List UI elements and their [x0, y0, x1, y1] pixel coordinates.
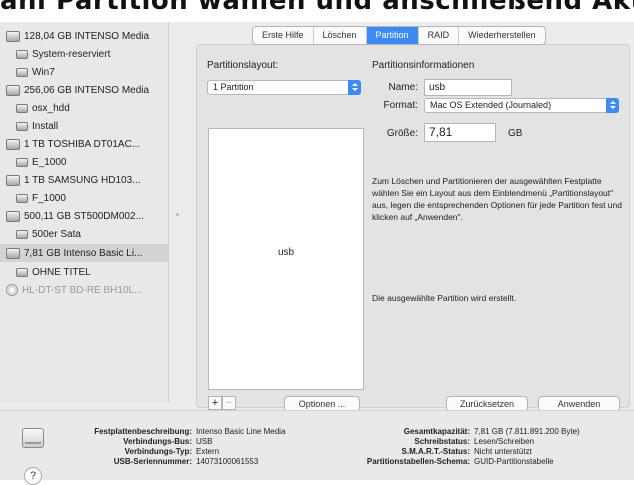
partition-status: Die ausgewählte Partition wird erstellt. — [372, 293, 517, 303]
volume-icon — [16, 67, 28, 77]
tab-bar: Erste Hilfe Löschen Partition RAID Wiede… — [252, 26, 546, 45]
sidebar-item-label: 1 TB TOSHIBA DT01AC... — [24, 138, 141, 150]
sidebar-item-volume[interactable]: F_1000 — [16, 190, 66, 206]
tab-partition[interactable]: Partition — [366, 27, 419, 44]
sidebar-item-label: F_1000 — [32, 192, 66, 204]
partition-layout-map: usb — [208, 128, 364, 390]
volume-icon — [16, 121, 28, 131]
overlay-caption-text: ahl Partition wählen und anschließend Ak… — [0, 0, 634, 16]
partition-instructions: Zum Löschen und Partitionieren der ausge… — [372, 176, 622, 222]
tab-first-aid[interactable]: Erste Hilfe — [253, 27, 314, 44]
sidebar-item-disk-selected[interactable]: 7,81 GB Intenso Basic Li... — [0, 244, 168, 262]
sidebar-item-disk[interactable]: 1 TB SAMSUNG HD103... — [6, 172, 141, 188]
info-value: Nicht unterstützt — [474, 447, 532, 456]
partition-layout-value: 1 Partition — [213, 82, 254, 92]
format-value: Mac OS Extended (Journaled) — [430, 100, 552, 110]
sidebar-item-volume[interactable]: Install — [16, 118, 58, 134]
sidebar-item-volume[interactable]: Win7 — [16, 64, 55, 80]
info-key: Verbindungs-Typ: — [124, 447, 192, 456]
partition-segment-usb[interactable]: usb — [209, 247, 363, 258]
info-key: USB-Seriennummer: — [113, 457, 192, 466]
sidebar-item-label: E_1000 — [32, 156, 67, 168]
sidebar-item-disk[interactable]: 128,04 GB INTENSO Media — [6, 28, 149, 44]
hard-disk-icon — [6, 174, 20, 186]
usb-disk-icon — [6, 247, 20, 259]
chevron-updown-icon — [348, 80, 361, 95]
sidebar-item-label: 7,81 GB Intenso Basic Li... — [24, 247, 143, 259]
optical-disc-icon — [6, 284, 18, 296]
sidebar-item-label: OHNE TITEL — [32, 266, 91, 278]
hard-disk-icon — [6, 210, 20, 222]
format-select[interactable]: Mac OS Extended (Journaled) — [424, 98, 619, 113]
sidebar-item-label: Win7 — [32, 66, 55, 78]
help-button[interactable]: ? — [24, 467, 42, 485]
volume-icon — [16, 229, 28, 239]
partition-layout-label: Partitionslayout: — [207, 60, 279, 71]
sidebar-item-optical-drive[interactable]: HL-DT-ST BD-RE BH10L... — [6, 282, 142, 298]
info-value: 14073100061553 — [196, 457, 259, 466]
info-value: Extern — [196, 447, 220, 456]
info-key: Gesamtkapazität: — [403, 427, 470, 436]
sidebar-item-volume[interactable]: OHNE TITEL — [16, 264, 91, 280]
sidebar-item-volume[interactable]: E_1000 — [16, 154, 66, 170]
partition-info-heading: Partitionsinformationen — [372, 60, 475, 71]
disk-sidebar: 128,04 GB INTENSO Media System-reservier… — [0, 22, 169, 402]
info-value: 7,81 GB (7.811.891.200 Byte) — [474, 427, 580, 436]
info-key: Festplattenbeschreibung: — [94, 427, 192, 436]
sidebar-item-label: 1 TB SAMSUNG HD103... — [24, 174, 141, 186]
tab-raid[interactable]: RAID — [419, 27, 460, 44]
disk-info-bar: ? Festplattenbeschreibung: Intenso Basic… — [0, 410, 634, 485]
partition-name-field[interactable]: usb — [424, 79, 512, 96]
info-value: Intenso Basic Line Media — [196, 427, 286, 436]
volume-icon — [16, 193, 28, 203]
volume-icon — [16, 49, 28, 59]
sidebar-item-label: Install — [32, 120, 59, 132]
info-value: Lesen/Schreiben — [474, 437, 535, 446]
sidebar-item-label: 500,11 GB ST500DM002... — [24, 210, 144, 222]
overlay-caption: ahl Partition wählen und anschließend Ak… — [0, 0, 634, 22]
sidebar-item-volume[interactable]: osx_hdd — [16, 100, 70, 116]
tab-erase[interactable]: Löschen — [314, 27, 367, 44]
info-key: Partitionstabellen-Schema: — [366, 457, 470, 466]
info-value: GUID-Partitionstabelle — [474, 457, 554, 466]
sidebar-item-volume[interactable]: System-reserviert — [16, 46, 110, 62]
volume-icon — [16, 267, 28, 277]
sidebar-item-disk[interactable]: 1 TB TOSHIBA DT01AC... — [6, 136, 140, 152]
sidebar-item-volume[interactable]: 500er Sata — [16, 226, 81, 242]
partition-layout-select[interactable]: 1 Partition — [207, 80, 361, 95]
sidebar-item-label: 500er Sata — [32, 228, 81, 240]
sidebar-item-disk[interactable]: 256,06 GB INTENSO Media — [6, 82, 149, 98]
sidebar-item-disk[interactable]: 500,11 GB ST500DM002... — [6, 208, 144, 224]
remove-partition-button[interactable]: − — [222, 396, 236, 410]
split-view-handle[interactable] — [176, 213, 179, 216]
size-unit: GB — [508, 128, 523, 139]
info-key: Schreibstatus: — [414, 437, 470, 446]
partition-size-field[interactable]: 7,81 — [424, 123, 496, 142]
size-label: Größe: — [386, 128, 418, 139]
hard-disk-icon — [6, 30, 20, 42]
chevron-updown-icon — [606, 98, 619, 113]
sidebar-item-label: osx_hdd — [32, 102, 70, 114]
tab-restore[interactable]: Wiederherstellen — [459, 27, 545, 44]
sidebar-item-label: HL-DT-ST BD-RE BH10L... — [22, 284, 143, 296]
add-remove-buttons: + − — [208, 396, 236, 410]
volume-icon — [16, 103, 28, 113]
format-label: Format: — [383, 100, 418, 111]
sidebar-item-label: 256,06 GB INTENSO Media — [24, 84, 150, 96]
hard-disk-icon — [6, 84, 20, 96]
disk-utility-window: 128,04 GB INTENSO Media System-reservier… — [0, 22, 634, 485]
volume-icon — [16, 157, 28, 167]
info-key: Verbindungs-Bus: — [123, 437, 192, 446]
hard-disk-icon — [6, 138, 20, 150]
name-label: Name: — [388, 82, 418, 93]
info-value: USB — [196, 437, 213, 446]
sidebar-item-label: System-reserviert — [32, 48, 111, 60]
sidebar-item-label: 128,04 GB INTENSO Media — [24, 30, 150, 42]
info-key: S.M.A.R.T.-Status: — [401, 447, 470, 456]
add-partition-button[interactable]: + — [208, 396, 222, 410]
